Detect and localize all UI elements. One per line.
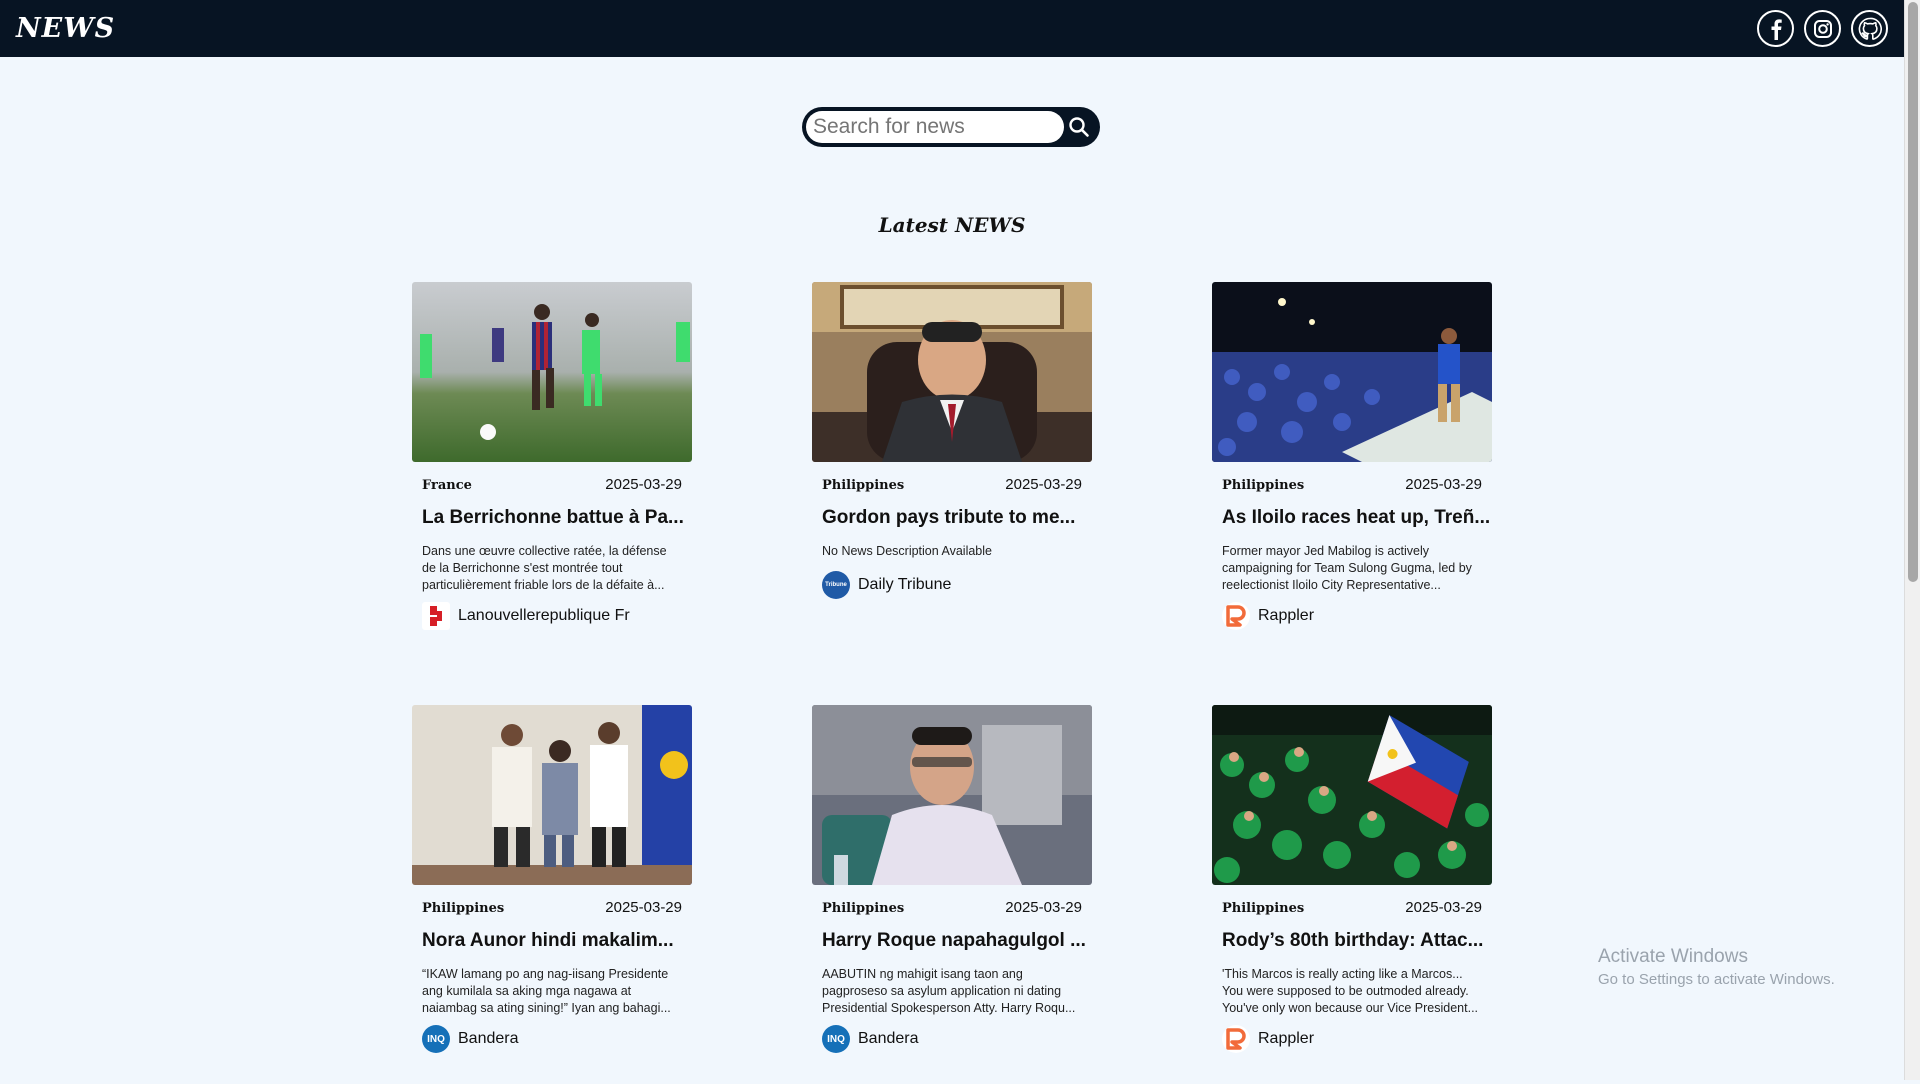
news-description: Dans une œuvre collective ratée, la défe… xyxy=(422,544,667,592)
news-title[interactable]: Gordon pays tribute to me... xyxy=(812,493,1092,529)
news-date: 2025-03-29 xyxy=(605,899,682,916)
social-links xyxy=(1757,10,1888,47)
news-country: Philippines xyxy=(822,901,905,916)
news-card[interactable]: Philippines 2025-03-29 Harry Roque napah… xyxy=(812,705,1092,1084)
news-country: Philippines xyxy=(1222,901,1305,916)
news-source[interactable]: Lanouvellerepublique Fr xyxy=(412,594,692,630)
news-date: 2025-03-29 xyxy=(1405,476,1482,493)
news-country: Philippines xyxy=(1222,478,1305,493)
news-thumbnail[interactable] xyxy=(412,282,692,462)
windows-activation-watermark: Activate Windows Go to Settings to activ… xyxy=(1598,946,1835,988)
news-date: 2025-03-29 xyxy=(1005,899,1082,916)
news-thumbnail[interactable] xyxy=(1212,705,1492,885)
section-title: Latest NEWS xyxy=(878,213,1026,237)
source-logo: INQ xyxy=(822,1025,850,1053)
page-scrollbar[interactable] xyxy=(1904,0,1920,1080)
source-logo xyxy=(1222,602,1250,630)
source-name: Bandera xyxy=(858,1030,919,1047)
site-logo[interactable]: NEWS xyxy=(16,13,115,44)
news-country: Philippines xyxy=(822,478,905,493)
news-card[interactable]: Philippines 2025-03-29 Gordon pays tribu… xyxy=(812,282,1092,661)
watermark-title: Activate Windows xyxy=(1598,946,1748,967)
news-grid: France 2025-03-29 La Berrichonne battue … xyxy=(412,282,1492,1084)
search-icon xyxy=(1069,117,1089,137)
news-thumbnail[interactable] xyxy=(812,705,1092,885)
source-name: Daily Tribune xyxy=(858,576,952,593)
source-name: Lanouvellerepublique Fr xyxy=(458,607,630,624)
news-source[interactable]: Tribune Daily Tribune xyxy=(812,563,1092,599)
source-name: Bandera xyxy=(458,1030,519,1047)
news-source[interactable]: INQ Bandera xyxy=(812,1017,1092,1053)
news-card[interactable]: Philippines 2025-03-29 As Iloilo races h… xyxy=(1212,282,1492,661)
top-navbar: NEWS xyxy=(0,0,1904,57)
news-description: AABUTIN ng mahigit isang taon ang pagpro… xyxy=(822,967,1076,1015)
scrollbar-thumb[interactable] xyxy=(1908,2,1918,582)
news-card[interactable]: Philippines 2025-03-29 Nora Aunor hindi … xyxy=(412,705,692,1084)
instagram-icon[interactable] xyxy=(1804,10,1841,47)
search-input[interactable] xyxy=(806,111,1064,143)
news-source[interactable]: Rappler xyxy=(1212,1017,1492,1053)
news-date: 2025-03-29 xyxy=(605,476,682,493)
search-button[interactable] xyxy=(1064,111,1094,143)
search-bar xyxy=(802,107,1100,147)
source-logo xyxy=(422,602,450,630)
news-thumbnail[interactable] xyxy=(812,282,1092,462)
source-logo: INQ xyxy=(422,1025,450,1053)
news-country: France xyxy=(422,478,472,493)
source-name: Rappler xyxy=(1258,1030,1315,1047)
news-card[interactable]: France 2025-03-29 La Berrichonne battue … xyxy=(412,282,692,661)
news-date: 2025-03-29 xyxy=(1005,476,1082,493)
source-logo xyxy=(1222,1025,1250,1053)
news-description: “IKAW lamang po ang nag-iisang President… xyxy=(422,967,671,1015)
news-title[interactable]: Rody’s 80th birthday: Attac... xyxy=(1212,916,1492,952)
source-name: Rappler xyxy=(1258,607,1315,624)
news-thumbnail[interactable] xyxy=(412,705,692,885)
github-icon[interactable] xyxy=(1851,10,1888,47)
facebook-icon[interactable] xyxy=(1757,10,1794,47)
news-source[interactable]: INQ Bandera xyxy=(412,1017,692,1053)
news-title[interactable]: Nora Aunor hindi makalim... xyxy=(412,916,692,952)
news-title[interactable]: Harry Roque napahagulgol ... xyxy=(812,916,1092,952)
news-description: No News Description Available xyxy=(822,544,992,558)
news-description: 'This Marcos is really acting like a Mar… xyxy=(1222,967,1479,1015)
source-logo: Tribune xyxy=(822,571,850,599)
news-card[interactable]: Philippines 2025-03-29 Rody’s 80th birth… xyxy=(1212,705,1492,1084)
news-source[interactable]: Rappler xyxy=(1212,594,1492,630)
watermark-subtitle: Go to Settings to activate Windows. xyxy=(1598,971,1835,988)
news-thumbnail[interactable] xyxy=(1212,282,1492,462)
news-title[interactable]: La Berrichonne battue à Pa... xyxy=(412,493,692,529)
news-date: 2025-03-29 xyxy=(1405,899,1482,916)
news-title[interactable]: As Iloilo races heat up, Treñ... xyxy=(1212,493,1492,529)
news-description: Former mayor Jed Mabilog is actively cam… xyxy=(1222,544,1472,592)
news-country: Philippines xyxy=(422,901,505,916)
